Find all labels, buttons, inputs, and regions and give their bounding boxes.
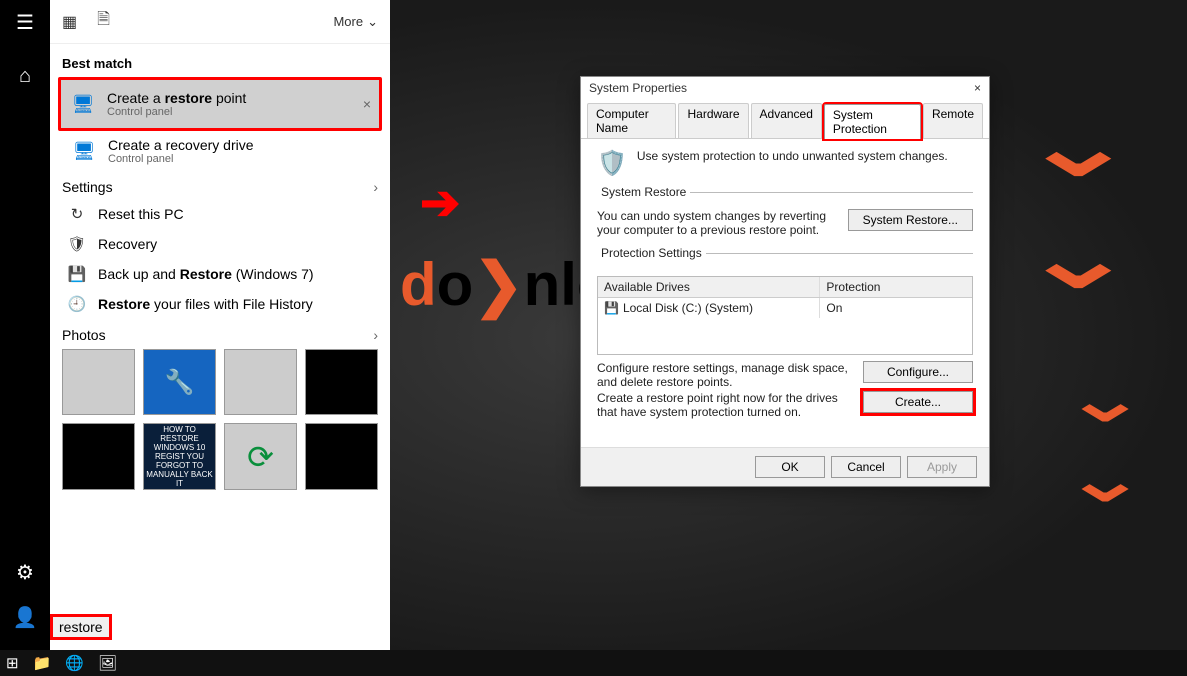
restore-text: You can undo system changes by reverting… — [597, 209, 838, 237]
wallpaper-chevron-small-icon: ⌄⌄ — [1063, 360, 1147, 520]
disk-icon: 💾 — [66, 265, 88, 283]
monitor-icon: 🖥 — [69, 90, 97, 118]
configure-button[interactable]: Configure... — [863, 361, 973, 383]
result-create-restore-point[interactable]: 🖥 Create a restore point Control panel × — [58, 77, 382, 131]
photo-thumb[interactable]: HOW TO RESTORE WINDOWS 10 REGIST YOU FOR… — [143, 423, 216, 489]
apply-button: Apply — [907, 456, 977, 478]
gear-icon[interactable]: ⚙ — [16, 560, 34, 585]
drive-name: Local Disk (C:) (System) — [623, 301, 753, 315]
result-create-recovery-drive[interactable]: 🖥 Create a recovery drive Control panel — [62, 131, 378, 171]
monitor-icon: 🖥 — [70, 137, 98, 165]
photo-thumb[interactable] — [305, 423, 378, 489]
setting-label: Reset this PC — [98, 206, 184, 222]
start-top-bar: ▦ 🗎 More ⌄ — [50, 0, 390, 44]
best-match-heading: Best match — [62, 56, 378, 71]
setting-file-history[interactable]: 🕘 Restore your files with File History — [62, 289, 378, 319]
photo-thumb[interactable] — [224, 349, 297, 415]
tab-system-protection[interactable]: System Protection — [824, 104, 921, 139]
table-row[interactable]: 💾 Local Disk (C:) (System) On — [598, 298, 972, 318]
system-restore-group: System Restore You can undo system chang… — [597, 192, 973, 237]
photo-thumb[interactable] — [62, 423, 135, 489]
photo-thumb[interactable] — [62, 349, 135, 415]
tab-remote[interactable]: Remote — [923, 103, 983, 138]
create-text: Create a restore point right now for the… — [597, 391, 853, 419]
photo-thumb[interactable]: 🔧 — [143, 349, 216, 415]
configure-text: Configure restore settings, manage disk … — [597, 361, 853, 389]
setting-backup-restore[interactable]: 💾 Back up and Restore (Windows 7) — [62, 259, 378, 289]
setting-label: Back up and Restore (Windows 7) — [98, 266, 314, 282]
result-title: Create a recovery drive — [108, 137, 370, 153]
more-label: More — [333, 14, 363, 29]
tab-hardware[interactable]: Hardware — [678, 103, 748, 138]
setting-recovery[interactable]: 🛡 Recovery — [62, 229, 378, 259]
result-title: Create a restore point — [107, 90, 353, 106]
history-icon: 🕘 — [66, 295, 88, 313]
wallpaper-chevron-icon: ⌄⌄ — [1020, 90, 1137, 314]
more-dropdown[interactable]: More ⌄ — [333, 14, 378, 30]
tab-computer-name[interactable]: Computer Name — [587, 103, 676, 138]
reset-icon: ↻ — [66, 205, 88, 223]
dialog-button-row: OK Cancel Apply — [581, 447, 989, 486]
col-protection: Protection — [820, 277, 972, 297]
hamburger-icon[interactable]: ☰ — [16, 10, 34, 35]
photos-heading: Photos — [62, 327, 106, 343]
table-empty-space — [598, 318, 972, 354]
result-subtitle: Control panel — [108, 153, 370, 165]
file-explorer-icon[interactable]: 📁 — [33, 654, 52, 672]
annotation-arrow: ➔ — [420, 175, 460, 231]
cancel-button[interactable]: Cancel — [831, 456, 901, 478]
taskbar: ⊞ 📁 🌐 🖼 — [0, 650, 1187, 676]
system-restore-button[interactable]: System Restore... — [848, 209, 973, 231]
setting-reset-this-pc[interactable]: ↻ Reset this PC — [62, 199, 378, 229]
shield-icon: 🛡 — [66, 235, 88, 253]
search-box-area: restore — [50, 606, 390, 650]
photo-thumb[interactable] — [305, 349, 378, 415]
intro-row: 🛡️ Use system protection to undo unwante… — [597, 149, 973, 178]
search-results-body: Best match 🖥 Create a restore point Cont… — [50, 44, 390, 606]
chevron-down-icon: ⌄ — [367, 14, 378, 30]
document-icon[interactable]: 🗎 — [97, 8, 110, 35]
group-legend: Protection Settings — [597, 246, 706, 260]
disk-icon: 💾 — [604, 301, 619, 315]
protection-shield-icon: 🛡️ — [597, 149, 627, 178]
home-icon[interactable]: ⌂ — [19, 65, 31, 88]
settings-category[interactable]: Settings › — [62, 179, 378, 195]
photos-category[interactable]: Photos › — [62, 327, 378, 343]
start-edge-bar: ☰ ⌂ ⚙ 👤 — [0, 0, 50, 650]
window-title: System Properties — [589, 81, 687, 95]
drive-status: On — [820, 298, 972, 318]
chevron-right-icon: › — [373, 327, 378, 343]
tabs-bar: Computer Name Hardware Advanced System P… — [581, 103, 989, 139]
window-titlebar: System Properties × — [581, 77, 989, 99]
start-icon[interactable]: ⊞ — [6, 654, 19, 672]
setting-label: Restore your files with File History — [98, 296, 313, 312]
drives-table: Available Drives Protection 💾 Local Disk … — [597, 276, 973, 355]
chevron-right-icon: › — [373, 179, 378, 195]
protection-settings-group: Protection Settings Available Drives Pro… — [597, 253, 973, 419]
ok-button[interactable]: OK — [755, 456, 825, 478]
photo-thumb[interactable]: ⟳ — [224, 423, 297, 489]
result-subtitle: Control panel — [107, 106, 353, 118]
close-icon[interactable]: × — [974, 81, 981, 95]
create-button[interactable]: Create... — [863, 391, 973, 413]
col-drives: Available Drives — [598, 277, 820, 297]
intro-text: Use system protection to undo unwanted s… — [637, 149, 948, 163]
tab-body: 🛡️ Use system protection to undo unwante… — [581, 139, 989, 447]
search-input[interactable]: restore — [50, 614, 112, 640]
close-icon[interactable]: × — [363, 96, 371, 112]
photos-grid: 🔧 HOW TO RESTORE WINDOWS 10 REGIST YOU F… — [62, 349, 378, 490]
apps-icon[interactable]: ▦ — [62, 12, 77, 32]
tab-advanced[interactable]: Advanced — [751, 103, 822, 138]
chrome-icon[interactable]: 🌐 — [65, 654, 84, 672]
group-legend: System Restore — [597, 185, 690, 199]
system-properties-window: System Properties × Computer Name Hardwa… — [580, 76, 990, 487]
settings-heading: Settings — [62, 179, 113, 195]
app-icon[interactable]: 🖼 — [98, 654, 117, 672]
setting-label: Recovery — [98, 236, 157, 252]
user-icon[interactable]: 👤 — [13, 605, 38, 630]
start-search-panel: ▦ 🗎 More ⌄ Best match 🖥 Create a restore… — [50, 0, 390, 650]
table-header: Available Drives Protection — [598, 277, 972, 298]
